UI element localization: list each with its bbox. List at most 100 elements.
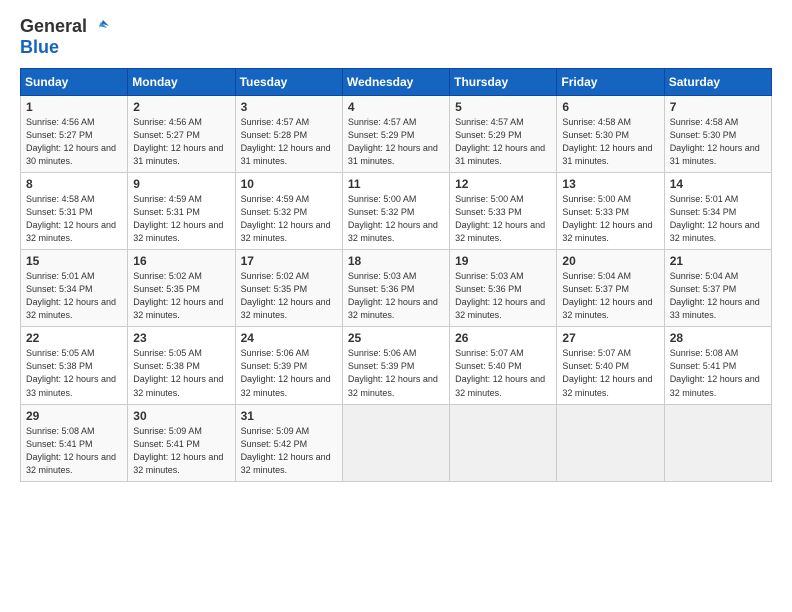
calendar-table: Sunday Monday Tuesday Wednesday Thursday… [20,68,772,482]
day-info: Sunrise: 5:05 AMSunset: 5:38 PMDaylight:… [133,347,229,399]
day-number: 26 [455,331,551,345]
day-info: Sunrise: 5:02 AMSunset: 5:35 PMDaylight:… [133,270,229,322]
day-info: Sunrise: 5:07 AMSunset: 5:40 PMDaylight:… [455,347,551,399]
day-number: 8 [26,177,122,191]
day-info: Sunrise: 5:04 AMSunset: 5:37 PMDaylight:… [562,270,658,322]
day-info: Sunrise: 4:56 AMSunset: 5:27 PMDaylight:… [133,116,229,168]
day-info: Sunrise: 4:59 AMSunset: 5:32 PMDaylight:… [241,193,337,245]
day-info: Sunrise: 5:00 AMSunset: 5:32 PMDaylight:… [348,193,444,245]
calendar-cell: 31Sunrise: 5:09 AMSunset: 5:42 PMDayligh… [235,404,342,481]
calendar-cell [557,404,664,481]
day-number: 13 [562,177,658,191]
calendar-week-1: 1Sunrise: 4:56 AMSunset: 5:27 PMDaylight… [21,95,772,172]
calendar-cell: 24 Sunrise: 5:06 AMSunset: 5:39 PMDayligh… [235,327,342,404]
calendar-cell: 9 Sunrise: 4:59 AMSunset: 5:31 PMDaylight… [128,172,235,249]
day-info: Sunrise: 4:59 AMSunset: 5:31 PMDaylight:… [133,193,229,245]
calendar-cell: 7Sunrise: 4:58 AMSunset: 5:30 PMDaylight… [664,95,771,172]
day-number: 4 [348,100,444,114]
day-info: Sunrise: 5:06 AMSunset: 5:39 PMDaylight:… [241,347,337,399]
calendar-week-3: 15 Sunrise: 5:01 AMSunset: 5:34 PMDayligh… [21,250,772,327]
calendar-cell: 30 Sunrise: 5:09 AMSunset: 5:41 PMDayligh… [128,404,235,481]
day-info: Sunrise: 4:57 AMSunset: 5:29 PMDaylight:… [348,116,444,168]
calendar-cell: 4 Sunrise: 4:57 AMSunset: 5:29 PMDaylight… [342,95,449,172]
day-number: 3 [241,100,337,114]
calendar-cell: 23Sunrise: 5:05 AMSunset: 5:38 PMDayligh… [128,327,235,404]
day-number: 11 [348,177,444,191]
day-number: 30 [133,409,229,423]
day-number: 24 [241,331,337,345]
day-number: 10 [241,177,337,191]
day-number: 12 [455,177,551,191]
day-info: Sunrise: 5:08 AMSunset: 5:41 PMDaylight:… [26,425,122,477]
calendar-cell: 20 Sunrise: 5:04 AMSunset: 5:37 PMDayligh… [557,250,664,327]
day-number: 17 [241,254,337,268]
calendar-cell: 16 Sunrise: 5:02 AMSunset: 5:35 PMDayligh… [128,250,235,327]
col-thursday: Thursday [450,68,557,95]
day-number: 22 [26,331,122,345]
calendar-cell: 27 Sunrise: 5:07 AMSunset: 5:40 PMDayligh… [557,327,664,404]
day-number: 18 [348,254,444,268]
header-row: Sunday Monday Tuesday Wednesday Thursday… [21,68,772,95]
day-info: Sunrise: 5:00 AMSunset: 5:33 PMDaylight:… [455,193,551,245]
day-info: Sunrise: 5:07 AMSunset: 5:40 PMDaylight:… [562,347,658,399]
day-info: Sunrise: 5:05 AMSunset: 5:38 PMDaylight:… [26,347,122,399]
day-number: 21 [670,254,766,268]
calendar-cell: 17 Sunrise: 5:02 AMSunset: 5:35 PMDayligh… [235,250,342,327]
calendar-cell: 10 Sunrise: 4:59 AMSunset: 5:32 PMDayligh… [235,172,342,249]
logo-text-blue: Blue [20,38,59,58]
day-info: Sunrise: 5:01 AMSunset: 5:34 PMDaylight:… [670,193,766,245]
day-number: 19 [455,254,551,268]
calendar-cell: 25Sunrise: 5:06 AMSunset: 5:39 PMDayligh… [342,327,449,404]
calendar-cell: 5 Sunrise: 4:57 AMSunset: 5:29 PMDaylight… [450,95,557,172]
day-info: Sunrise: 5:08 AMSunset: 5:41 PMDaylight:… [670,347,766,399]
day-number: 28 [670,331,766,345]
day-info: Sunrise: 5:01 AMSunset: 5:34 PMDaylight:… [26,270,122,322]
header: General Blue [20,16,772,58]
day-info: Sunrise: 4:58 AMSunset: 5:30 PMDaylight:… [562,116,658,168]
day-info: Sunrise: 5:03 AMSunset: 5:36 PMDaylight:… [455,270,551,322]
col-sunday: Sunday [21,68,128,95]
col-tuesday: Tuesday [235,68,342,95]
calendar-cell: 14 Sunrise: 5:01 AMSunset: 5:34 PMDayligh… [664,172,771,249]
col-saturday: Saturday [664,68,771,95]
day-number: 14 [670,177,766,191]
logo-text-general: General [20,17,87,37]
calendar-cell: 22 Sunrise: 5:05 AMSunset: 5:38 PMDayligh… [21,327,128,404]
day-number: 5 [455,100,551,114]
calendar-cell [342,404,449,481]
day-info: Sunrise: 4:57 AMSunset: 5:28 PMDaylight:… [241,116,337,168]
calendar-week-5: 29 Sunrise: 5:08 AMSunset: 5:41 PMDayligh… [21,404,772,481]
day-number: 9 [133,177,229,191]
day-number: 15 [26,254,122,268]
day-number: 16 [133,254,229,268]
col-friday: Friday [557,68,664,95]
day-info: Sunrise: 5:03 AMSunset: 5:36 PMDaylight:… [348,270,444,322]
calendar-cell: 11 Sunrise: 5:00 AMSunset: 5:32 PMDayligh… [342,172,449,249]
logo-bird-icon [89,16,111,38]
day-number: 25 [348,331,444,345]
day-number: 6 [562,100,658,114]
page-container: General Blue Sunday Monday Tuesday Wedne… [0,0,792,492]
col-monday: Monday [128,68,235,95]
calendar-cell: 15 Sunrise: 5:01 AMSunset: 5:34 PMDayligh… [21,250,128,327]
day-number: 27 [562,331,658,345]
calendar-cell: 18 Sunrise: 5:03 AMSunset: 5:36 PMDayligh… [342,250,449,327]
day-number: 2 [133,100,229,114]
calendar-cell: 21Sunrise: 5:04 AMSunset: 5:37 PMDayligh… [664,250,771,327]
day-number: 7 [670,100,766,114]
day-info: Sunrise: 4:56 AMSunset: 5:27 PMDaylight:… [26,116,122,168]
calendar-cell: 6 Sunrise: 4:58 AMSunset: 5:30 PMDaylight… [557,95,664,172]
col-wednesday: Wednesday [342,68,449,95]
calendar-cell: 1Sunrise: 4:56 AMSunset: 5:27 PMDaylight… [21,95,128,172]
day-info: Sunrise: 5:09 AMSunset: 5:41 PMDaylight:… [133,425,229,477]
calendar-cell: 8Sunrise: 4:58 AMSunset: 5:31 PMDaylight… [21,172,128,249]
day-number: 20 [562,254,658,268]
day-info: Sunrise: 5:09 AMSunset: 5:42 PMDaylight:… [241,425,337,477]
day-info: Sunrise: 5:00 AMSunset: 5:33 PMDaylight:… [562,193,658,245]
calendar-cell: 19 Sunrise: 5:03 AMSunset: 5:36 PMDayligh… [450,250,557,327]
day-number: 29 [26,409,122,423]
calendar-cell: 2 Sunrise: 4:56 AMSunset: 5:27 PMDaylight… [128,95,235,172]
logo: General Blue [20,16,111,58]
day-info: Sunrise: 5:02 AMSunset: 5:35 PMDaylight:… [241,270,337,322]
day-info: Sunrise: 4:57 AMSunset: 5:29 PMDaylight:… [455,116,551,168]
